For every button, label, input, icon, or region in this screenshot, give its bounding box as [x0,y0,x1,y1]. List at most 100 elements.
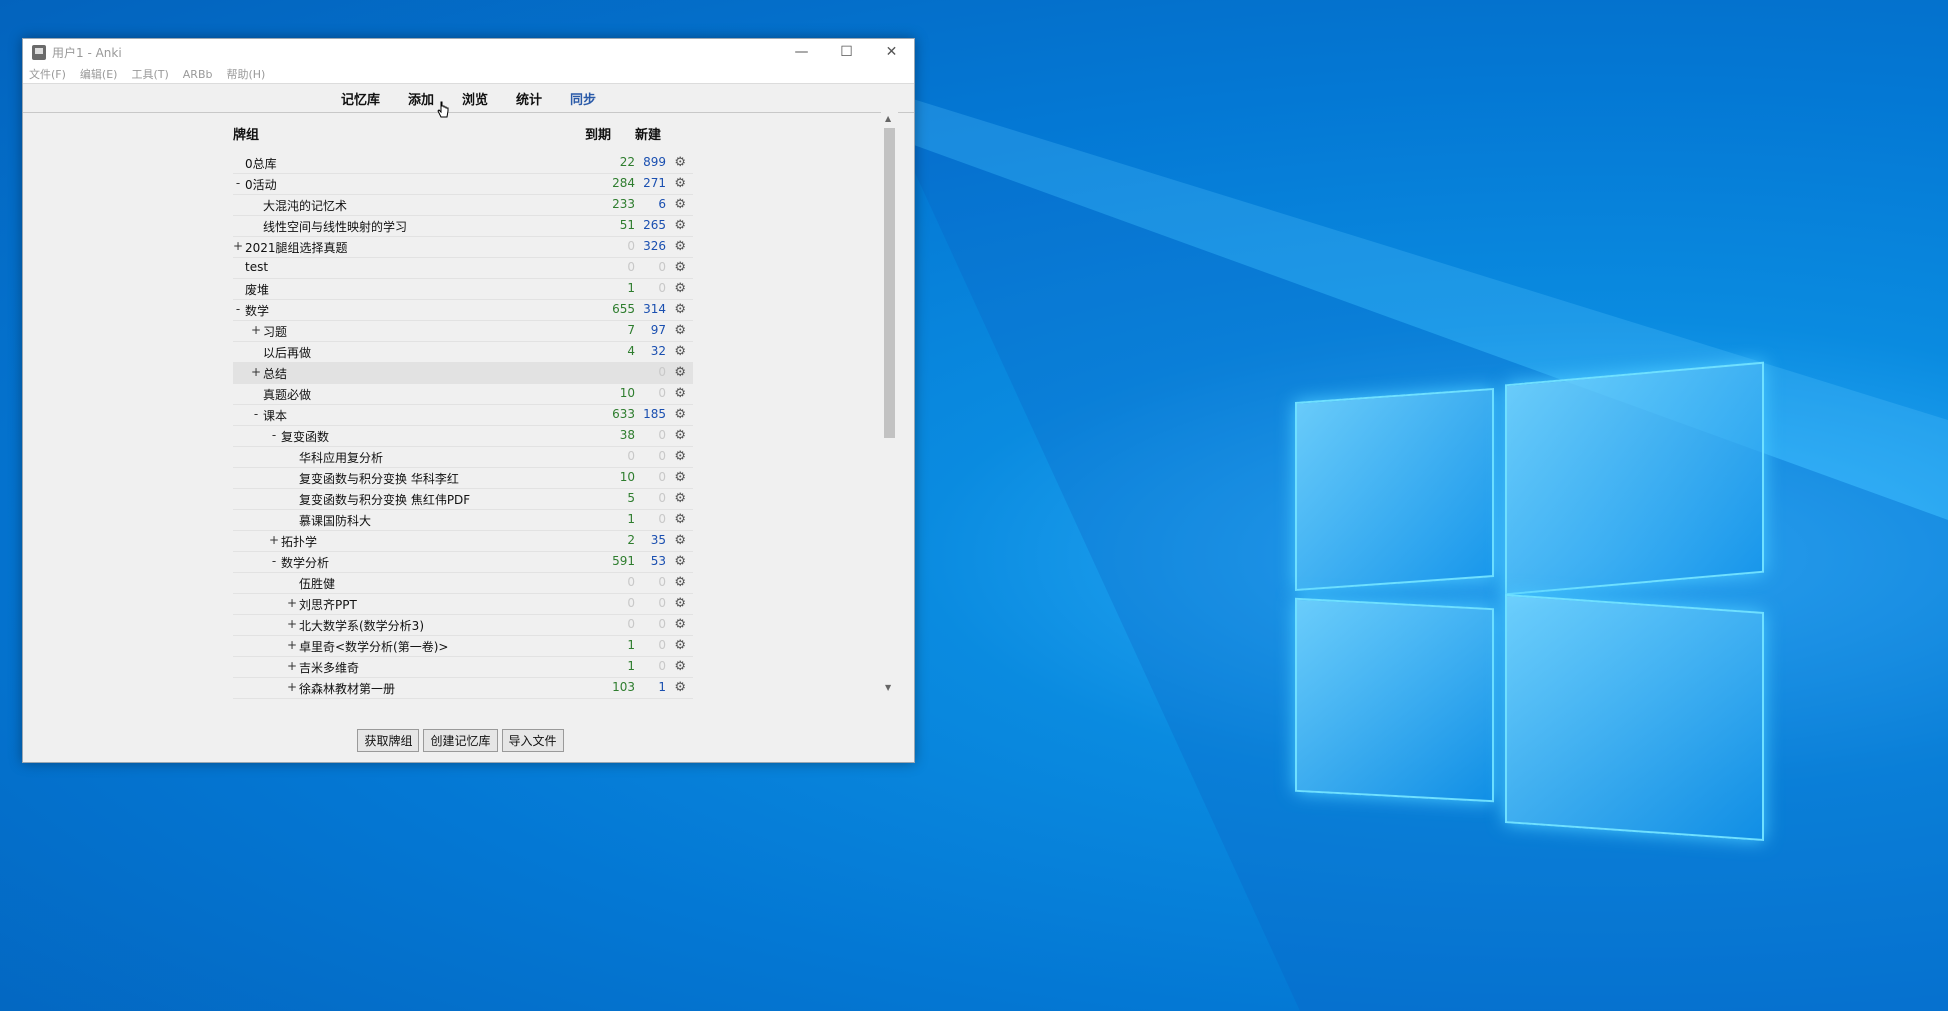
deck-name[interactable]: 0总库 [245,155,277,172]
expand-toggle[interactable]: + [233,239,243,253]
deck-name[interactable]: 华科应用复分析 [299,449,383,466]
expand-toggle[interactable]: + [287,659,297,673]
expand-toggle[interactable]: + [251,365,261,379]
expand-toggle[interactable]: + [287,596,297,610]
gear-icon[interactable]: ⚙ [674,365,686,380]
deck-name[interactable]: 复变函数与积分变换 华科李红 [299,470,459,487]
expand-toggle[interactable]: + [251,323,261,337]
gear-icon[interactable]: ⚙ [674,491,686,506]
deck-row[interactable]: 伍胜健 0 0 ⚙ [233,573,693,594]
gear-icon[interactable]: ⚙ [674,302,686,317]
deck-name[interactable]: 2021腿组选择真题 [245,239,348,256]
expand-toggle[interactable]: + [287,617,297,631]
collapse-toggle[interactable]: - [269,428,279,442]
gear-icon[interactable]: ⚙ [674,323,686,338]
deck-name[interactable]: 吉米多维奇 [299,659,359,676]
deck-name[interactable]: 数学 [245,302,269,319]
menu-arbb[interactable]: ARBb [183,68,213,81]
gear-icon[interactable]: ⚙ [674,176,686,191]
close-button[interactable]: ✕ [869,39,914,65]
deck-row[interactable]: + 总结 0 ⚙ [233,363,693,384]
deck-row[interactable]: - 课本 633 185 ⚙ [233,405,693,426]
deck-name[interactable]: 北大数学系(数学分析3) [299,617,424,634]
deck-name[interactable]: 慕课国防科大 [299,512,371,529]
deck-name[interactable]: 0活动 [245,176,277,193]
gear-icon[interactable]: ⚙ [674,596,686,611]
expand-toggle[interactable]: + [287,680,297,694]
deck-name[interactable]: test [245,260,268,274]
deck-row[interactable]: 线性空间与线性映射的学习 51 265 ⚙ [233,216,693,237]
menu-edit[interactable]: 编辑(E) [80,66,118,82]
gear-icon[interactable]: ⚙ [674,239,686,254]
gear-icon[interactable]: ⚙ [674,575,686,590]
deck-row[interactable]: 复变函数与积分变换 焦红伟PDF 5 0 ⚙ [233,489,693,510]
deck-name[interactable]: 卓里奇<数学分析(第一卷)> [299,638,448,655]
deck-row[interactable]: test 0 0 ⚙ [233,258,693,279]
toolbar-decks[interactable]: 记忆库 [341,89,380,108]
get-shared-button[interactable]: 获取牌组 [357,729,420,752]
deck-row[interactable]: - 数学 655 314 ⚙ [233,300,693,321]
deck-name[interactable]: 伍胜健 [299,575,335,592]
menu-help[interactable]: 帮助(H) [226,66,265,82]
deck-row[interactable]: 废堆 1 0 ⚙ [233,279,693,300]
vertical-scrollbar[interactable]: ▲ ▼ [881,112,898,694]
deck-row[interactable]: + 卓里奇<数学分析(第一卷)> 1 0 ⚙ [233,636,693,657]
deck-row[interactable]: -0活动 284 271 ⚙ [233,174,693,195]
gear-icon[interactable]: ⚙ [674,386,686,401]
collapse-toggle[interactable]: - [269,554,279,568]
menu-tools[interactable]: 工具(T) [131,66,168,82]
gear-icon[interactable]: ⚙ [674,680,686,695]
gear-icon[interactable]: ⚙ [674,659,686,674]
deck-name[interactable]: 真题必做 [263,386,311,403]
deck-row[interactable]: + 拓扑学 2 35 ⚙ [233,531,693,552]
toolbar-sync[interactable]: 同步 [570,89,596,108]
expand-toggle[interactable]: + [287,638,297,652]
scroll-down-arrow-icon[interactable]: ▼ [885,683,891,692]
deck-row[interactable]: 复变函数与积分变换 华科李红 10 0 ⚙ [233,468,693,489]
import-file-button[interactable]: 导入文件 [501,729,564,752]
deck-row[interactable]: 慕课国防科大 1 0 ⚙ [233,510,693,531]
expand-toggle[interactable]: + [269,533,279,547]
gear-icon[interactable]: ⚙ [674,155,686,170]
deck-row[interactable]: - 数学分析 591 53 ⚙ [233,552,693,573]
title-bar[interactable]: 用户1 - Anki — ☐ ✕ [23,39,914,65]
toolbar-stats[interactable]: 统计 [516,89,542,108]
collapse-toggle[interactable]: - [251,407,261,421]
deck-name[interactable]: 线性空间与线性映射的学习 [263,218,407,235]
deck-name[interactable]: 复变函数与积分变换 焦红伟PDF [299,491,470,508]
deck-row[interactable]: 华科应用复分析 0 0 ⚙ [233,447,693,468]
deck-name[interactable]: 拓扑学 [281,533,317,550]
gear-icon[interactable]: ⚙ [674,281,686,296]
gear-icon[interactable]: ⚙ [674,638,686,653]
deck-name[interactable]: 刘思齐PPT [299,596,357,613]
deck-row[interactable]: 0总库 22 899 ⚙ [233,153,693,174]
minimize-button[interactable]: — [779,39,824,65]
gear-icon[interactable]: ⚙ [674,512,686,527]
deck-row[interactable]: 大混沌的记忆术 233 6 ⚙ [233,195,693,216]
deck-name[interactable]: 大混沌的记忆术 [263,197,347,214]
gear-icon[interactable]: ⚙ [674,197,686,212]
deck-row[interactable]: + 北大数学系(数学分析3) 0 0 ⚙ [233,615,693,636]
scroll-up-arrow-icon[interactable]: ▲ [885,114,891,123]
create-deck-button[interactable]: 创建记忆库 [423,729,498,752]
deck-name[interactable]: 徐森林教材第一册 [299,680,395,697]
deck-row[interactable]: 以后再做 4 32 ⚙ [233,342,693,363]
gear-icon[interactable]: ⚙ [674,260,686,275]
scrollbar-thumb[interactable] [884,128,895,438]
deck-name[interactable]: 总结 [263,365,287,382]
collapse-toggle[interactable]: - [233,302,243,316]
gear-icon[interactable]: ⚙ [674,617,686,632]
collapse-toggle[interactable]: - [233,176,243,190]
deck-row[interactable]: + 刘思齐PPT 0 0 ⚙ [233,594,693,615]
gear-icon[interactable]: ⚙ [674,554,686,569]
deck-row[interactable]: 真题必做 10 0 ⚙ [233,384,693,405]
deck-row[interactable]: + 吉米多维奇 1 0 ⚙ [233,657,693,678]
deck-name[interactable]: 习题 [263,323,287,340]
deck-name[interactable]: 数学分析 [281,554,329,571]
gear-icon[interactable]: ⚙ [674,218,686,233]
toolbar-add[interactable]: 添加 [408,89,434,108]
gear-icon[interactable]: ⚙ [674,407,686,422]
deck-row[interactable]: +2021腿组选择真题 0 326 ⚙ [233,237,693,258]
deck-row[interactable]: + 习题 7 97 ⚙ [233,321,693,342]
deck-row[interactable]: + 徐森林教材第一册 103 1 ⚙ [233,678,693,699]
